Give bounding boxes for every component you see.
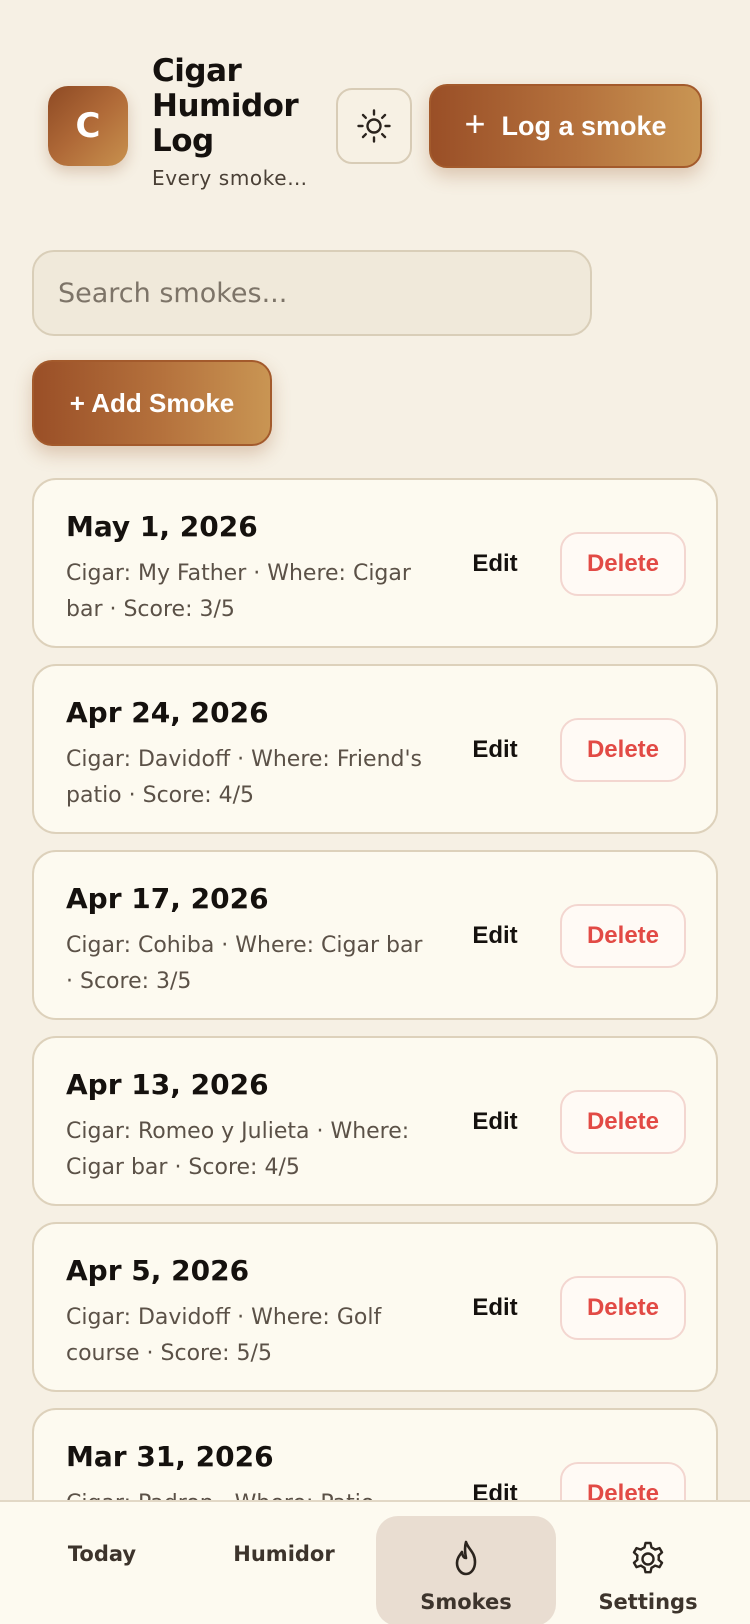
search-input[interactable]	[32, 250, 592, 336]
edit-button[interactable]: Edit	[460, 1090, 530, 1154]
plus-icon: +	[464, 103, 486, 144]
delete-button[interactable]: Delete	[560, 904, 686, 968]
nav-item-label: Humidor	[233, 1542, 335, 1566]
delete-button[interactable]: Delete	[560, 532, 686, 596]
smoke-date: Apr 17, 2026	[66, 882, 269, 915]
theme-toggle-button[interactable]	[336, 88, 412, 164]
log-smoke-label: Log a smoke	[501, 110, 667, 141]
smoke-card: Apr 13, 2026 Cigar: Romeo y Julieta · Wh…	[32, 1036, 718, 1206]
flame-icon	[455, 1540, 477, 1576]
smoke-card: May 1, 2026 Cigar: My Father · Where: Ci…	[32, 478, 718, 648]
smoke-details: Cigar: Cohiba · Where: Cigar bar · Score…	[66, 933, 423, 994]
nav-item-label: Today	[67, 1542, 137, 1566]
edit-button[interactable]: Edit	[460, 1276, 530, 1340]
smoke-date: Apr 5, 2026	[66, 1254, 250, 1287]
smoke-card: Apr 24, 2026 Cigar: Davidoff · Where: Fr…	[32, 664, 718, 834]
app-logo: C	[48, 86, 128, 166]
nav-item-humidor[interactable]: Humidor	[194, 1516, 374, 1624]
smoke-date: May 1, 2026	[66, 510, 258, 543]
gear-icon	[632, 1541, 664, 1574]
nav-item-label: Smokes	[420, 1590, 512, 1614]
app-title: Cigar Humidor Log	[152, 53, 299, 159]
header: C Cigar Humidor Log Every smoke… + Log a…	[0, 0, 750, 220]
edit-button[interactable]: Edit	[460, 532, 530, 596]
smoke-date: Apr 13, 2026	[66, 1068, 269, 1101]
smoke-date: Mar 31, 2026	[66, 1440, 274, 1473]
nav-item-label: Settings	[598, 1590, 698, 1614]
app-subtitle: Every smoke…	[152, 166, 308, 190]
delete-button[interactable]: Delete	[560, 1090, 686, 1154]
delete-button[interactable]: Delete	[560, 718, 686, 782]
smoke-details: Cigar: Romeo y Julieta · Where: Cigar ba…	[66, 1119, 410, 1180]
delete-button[interactable]: Delete	[560, 1276, 686, 1340]
sun-icon	[357, 109, 391, 143]
smokes-list: May 1, 2026 Cigar: My Father · Where: Ci…	[32, 478, 718, 1594]
add-smoke-button[interactable]: + Add Smoke	[32, 360, 272, 446]
edit-button[interactable]: Edit	[460, 904, 530, 968]
app-screen: C Cigar Humidor Log Every smoke… + Log a…	[0, 0, 750, 1624]
nav-item-today[interactable]: Today	[12, 1516, 192, 1624]
log-smoke-button[interactable]: + Log a smoke	[429, 84, 702, 168]
smoke-card: Apr 17, 2026 Cigar: Cohiba · Where: Ciga…	[32, 850, 718, 1020]
smoke-date: Apr 24, 2026	[66, 696, 269, 729]
bottom-nav: Today Humidor Smokes Settings	[0, 1500, 750, 1624]
nav-item-settings[interactable]: Settings	[558, 1516, 738, 1624]
smoke-details: Cigar: Davidoff · Where: Friend's patio …	[66, 747, 422, 808]
smoke-details: Cigar: My Father · Where: Cigar bar · Sc…	[66, 561, 411, 622]
smoke-details: Cigar: Davidoff · Where: Golf course · S…	[66, 1305, 382, 1366]
smoke-card: Apr 5, 2026 Cigar: Davidoff · Where: Gol…	[32, 1222, 718, 1392]
nav-item-smokes[interactable]: Smokes	[376, 1516, 556, 1624]
edit-button[interactable]: Edit	[460, 718, 530, 782]
